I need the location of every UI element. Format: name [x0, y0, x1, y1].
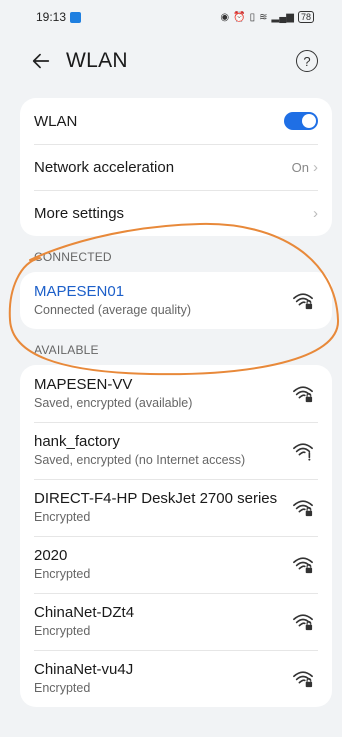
more-settings-label: More settings	[34, 204, 125, 222]
alarm-icon: ⏰	[233, 11, 246, 23]
network-name: hank_factory	[34, 433, 120, 450]
network-text: hank_factory Saved, encrypted (no Intern…	[34, 432, 245, 469]
wifi-no-internet-icon	[293, 442, 313, 461]
network-text: ChinaNet-DZt4 Encrypted	[34, 603, 134, 640]
available-section-header: AVAILABLE	[34, 343, 99, 357]
network-text: MAPESEN-VV Saved, encrypted (available)	[34, 375, 192, 412]
wlan-toggle-row[interactable]: WLAN	[20, 98, 332, 144]
available-network-row[interactable]: hank_factory Saved, encrypted (no Intern…	[20, 422, 332, 479]
network-status: Connected (average quality)	[34, 303, 192, 317]
help-icon[interactable]: ?	[296, 50, 318, 72]
wifi-locked-icon	[293, 556, 313, 573]
network-status: Encrypted	[34, 624, 91, 638]
network-text: MAPESEN01 Connected (average quality)	[34, 282, 191, 319]
network-text: ChinaNet-vu4J Encrypted	[34, 660, 133, 697]
network-status: Encrypted	[34, 510, 91, 524]
available-network-row[interactable]: DIRECT-F4-HP DeskJet 2700 series Encrypt…	[20, 479, 332, 536]
network-name: MAPESEN01	[34, 283, 125, 300]
connected-card: MAPESEN01 Connected (average quality)	[20, 272, 332, 329]
network-name: DIRECT-F4-HP DeskJet 2700 series	[34, 490, 278, 507]
connected-network-row[interactable]: MAPESEN01 Connected (average quality)	[20, 272, 332, 329]
more-settings-row[interactable]: More settings ›	[20, 190, 332, 236]
network-status: Saved, encrypted (no Internet access)	[34, 453, 246, 467]
wifi-locked-icon	[293, 670, 313, 687]
header-left: WLAN	[30, 49, 128, 73]
available-card: MAPESEN-VV Saved, encrypted (available) …	[20, 365, 332, 707]
wlan-toggle[interactable]	[284, 112, 318, 130]
available-network-row[interactable]: 2020 Encrypted	[20, 536, 332, 593]
available-network-row[interactable]: ChinaNet-DZt4 Encrypted	[20, 593, 332, 650]
wlan-label: WLAN	[34, 112, 78, 130]
network-name: ChinaNet-DZt4	[34, 604, 135, 621]
wifi-locked-icon	[293, 385, 313, 402]
wifi-signal-icon: ≋	[259, 11, 268, 23]
available-network-row[interactable]: MAPESEN-VV Saved, encrypted (available)	[20, 365, 332, 422]
network-name: ChinaNet-vu4J	[34, 661, 134, 678]
connected-section-header: CONNECTED	[34, 250, 112, 264]
app-notification-icon	[70, 11, 82, 23]
network-status: Encrypted	[34, 681, 91, 695]
network-acceleration-row[interactable]: Network acceleration On ›	[20, 144, 332, 190]
network-status: Encrypted	[34, 567, 91, 581]
network-status: Saved, encrypted (available)	[34, 396, 193, 410]
vibrate-icon: ▯	[249, 11, 256, 23]
acceleration-value: On	[291, 159, 309, 175]
header: WLAN ?	[0, 34, 342, 88]
network-name: MAPESEN-VV	[34, 376, 133, 393]
eye-icon: ◉	[220, 11, 230, 23]
network-text: 2020 Encrypted	[34, 546, 90, 583]
network-name: 2020	[34, 547, 68, 564]
chevron-right-icon: ›	[313, 158, 318, 176]
status-time: 19:13	[36, 10, 67, 24]
acceleration-value-group: On ›	[292, 159, 318, 176]
wifi-locked-icon	[293, 499, 313, 516]
page-title: WLAN	[66, 49, 128, 72]
battery-icon: 78	[297, 11, 314, 23]
status-bar: 19:13 ◉ ⏰ ▯ ≋ ▂▄▆ 78	[0, 0, 342, 34]
acceleration-label: Network acceleration	[34, 158, 175, 176]
status-right: ◉ ⏰ ▯ ≋ ▂▄▆ 78	[220, 11, 314, 23]
back-arrow-icon[interactable]	[30, 50, 52, 72]
chevron-right-icon: ›	[313, 204, 318, 222]
settings-card: WLAN Network acceleration On › More sett…	[20, 98, 332, 236]
cell-signal-icon: ▂▄▆	[271, 11, 294, 23]
network-text: DIRECT-F4-HP DeskJet 2700 series Encrypt…	[34, 489, 277, 526]
wifi-locked-icon	[293, 292, 313, 309]
available-network-row[interactable]: ChinaNet-vu4J Encrypted	[20, 650, 332, 707]
wifi-locked-icon	[293, 613, 313, 630]
status-left: 19:13	[36, 10, 82, 24]
